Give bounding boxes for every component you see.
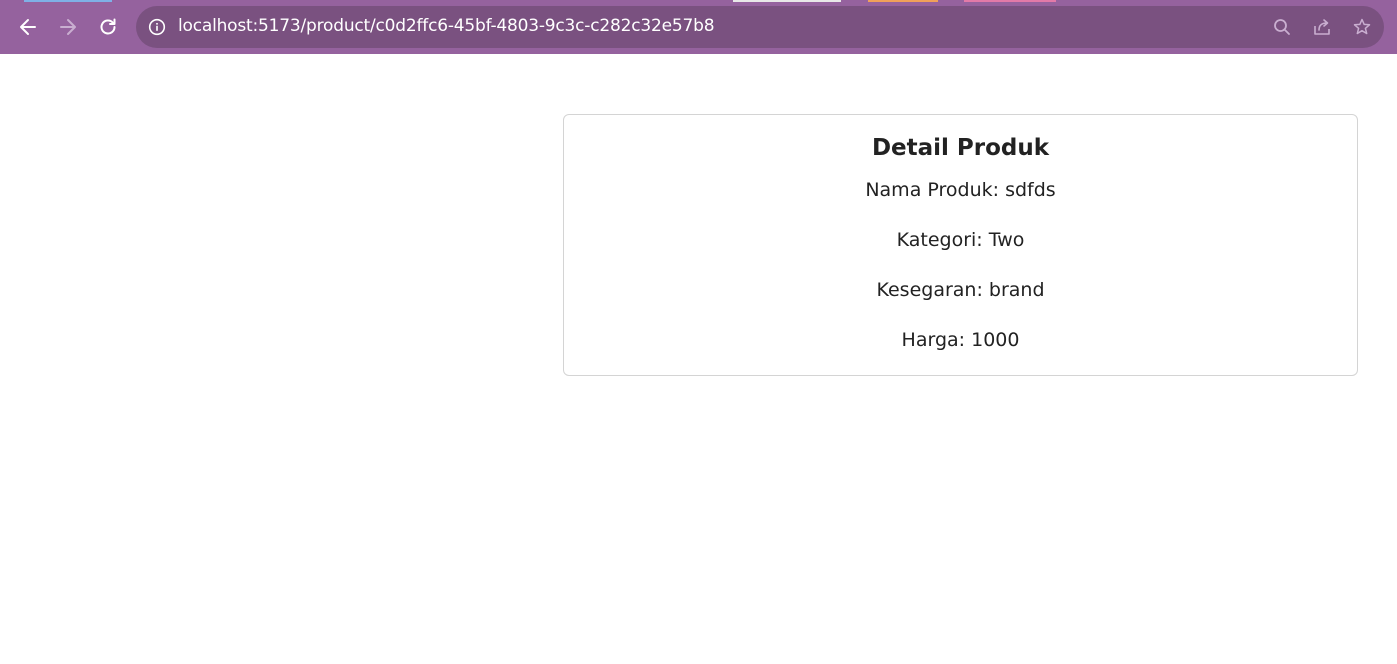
star-icon[interactable] — [1352, 17, 1372, 37]
product-detail-card: Detail Produk Nama Produk: sdfds Kategor… — [563, 114, 1358, 376]
search-icon[interactable] — [1272, 17, 1292, 37]
forward-button[interactable] — [53, 12, 83, 42]
url-text[interactable]: localhost:5173/product/c0d2ffc6-45bf-480… — [178, 16, 715, 36]
product-name: Nama Produk: sdfds — [865, 179, 1056, 201]
product-price: Harga: 1000 — [901, 329, 1020, 351]
product-category: Kategori: Two — [896, 229, 1025, 251]
tab-strip-edge — [0, 0, 1397, 3]
reload-icon — [100, 18, 116, 35]
address-bar[interactable]: localhost:5173/product/c0d2ffc6-45bf-480… — [136, 6, 1384, 48]
arrow-right-icon — [60, 19, 76, 35]
browser-toolbar: localhost:5173/product/c0d2ffc6-45bf-480… — [0, 0, 1397, 54]
reload-button[interactable] — [93, 12, 123, 42]
info-icon[interactable] — [148, 18, 166, 36]
back-button[interactable] — [13, 12, 43, 42]
arrow-left-icon — [20, 19, 36, 35]
product-freshness: Kesegaran: brand — [876, 279, 1045, 301]
share-icon[interactable] — [1312, 17, 1332, 37]
page-title: Detail Produk — [871, 135, 1050, 161]
